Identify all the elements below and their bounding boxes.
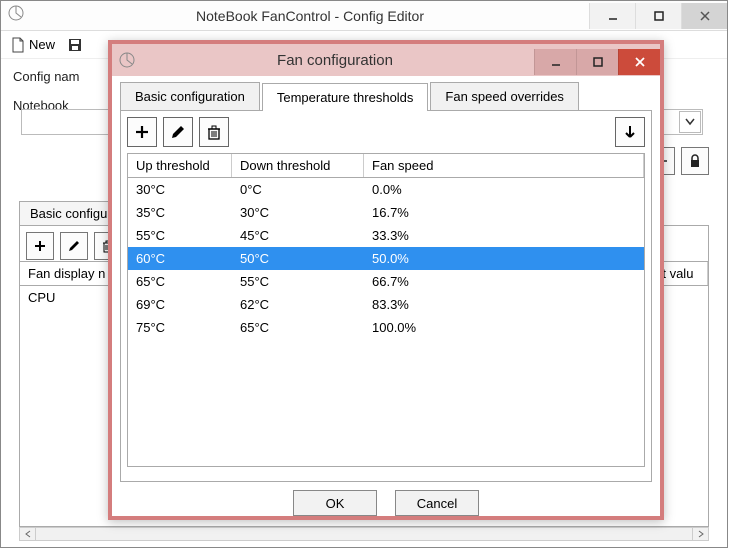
lock-icon [689,154,701,168]
move-down-button[interactable] [615,117,645,147]
threshold-cell: 69°C [128,293,232,316]
threshold-cell: 100.0% [364,316,644,339]
tab-fan-speed-overrides[interactable]: Fan speed overrides [430,82,579,110]
threshold-cell: 35°C [128,201,232,224]
threshold-row[interactable]: 30°C0°C0.0% [128,178,644,201]
threshold-row[interactable]: 75°C65°C100.0% [128,316,644,339]
col-fan-speed[interactable]: Fan speed [364,154,644,177]
threshold-cell: 65°C [232,316,364,339]
dialog-close-button[interactable] [618,49,660,75]
threshold-cell: 50°C [232,247,364,270]
threshold-cell: 62°C [232,293,364,316]
tab-temperature-thresholds[interactable]: Temperature thresholds [262,83,429,111]
threshold-cell: 55°C [232,270,364,293]
scroll-right-icon[interactable] [692,528,708,540]
close-button[interactable] [681,3,727,29]
threshold-cell: 0.0% [364,178,644,201]
threshold-cell: 50.0% [364,247,644,270]
threshold-cell: 83.3% [364,293,644,316]
file-icon [11,37,25,53]
threshold-cell: 75°C [128,316,232,339]
threshold-cell: 30°C [128,178,232,201]
app-icon [118,51,136,69]
save-icon [67,37,83,53]
save-button[interactable] [63,35,87,55]
threshold-row[interactable]: 65°C55°C66.7% [128,270,644,293]
dialog-title: Fan configuration [136,52,534,69]
arrow-down-icon [623,124,637,140]
threshold-table: Up threshold Down threshold Fan speed 30… [127,153,645,467]
minimize-button[interactable] [589,3,635,29]
threshold-row[interactable]: 55°C45°C33.3% [128,224,644,247]
main-window-controls [589,3,727,29]
chevron-down-icon [685,118,695,126]
dialog-tab-content: Up threshold Down threshold Fan speed 30… [120,110,652,482]
trash-icon [206,124,222,140]
add-threshold-button[interactable] [127,117,157,147]
delete-threshold-button[interactable] [199,117,229,147]
threshold-cell: 65°C [128,270,232,293]
new-file-button[interactable]: New [7,35,59,55]
col-down-threshold[interactable]: Down threshold [232,154,364,177]
threshold-cell: 0°C [232,178,364,201]
fan-config-dialog: Fan configuration Basic configuration Te… [108,40,664,520]
tab-basic-configuration[interactable]: Basic configuration [120,82,260,110]
threshold-cell: 33.3% [364,224,644,247]
lock-button[interactable] [681,147,709,175]
main-window-title: NoteBook FanControl - Config Editor [31,8,589,24]
app-icon [7,4,31,28]
scroll-left-icon[interactable] [20,528,36,540]
maximize-button[interactable] [635,3,681,29]
threshold-cell: 45°C [232,224,364,247]
tab-basic-config[interactable]: Basic configu [19,201,118,225]
ok-button[interactable]: OK [293,490,377,516]
dialog-maximize-button[interactable] [576,49,618,75]
col-up-threshold[interactable]: Up threshold [128,154,232,177]
threshold-cell: 55°C [128,224,232,247]
threshold-cell: 60°C [128,247,232,270]
main-titlebar: NoteBook FanControl - Config Editor [1,1,727,31]
threshold-cell: 16.7% [364,201,644,224]
new-file-label: New [29,37,55,52]
threshold-header-row: Up threshold Down threshold Fan speed [128,154,644,178]
cancel-button[interactable]: Cancel [395,490,479,516]
dialog-titlebar: Fan configuration [112,44,660,76]
horizontal-scrollbar[interactable] [19,527,709,541]
edit-threshold-button[interactable] [163,117,193,147]
config-dropdown-button[interactable] [679,111,701,133]
threshold-row[interactable]: 69°C62°C83.3% [128,293,644,316]
threshold-row[interactable]: 60°C50°C50.0% [128,247,644,270]
pencil-icon [170,124,186,140]
dialog-button-row: OK Cancel [120,482,652,524]
edit-button[interactable] [60,232,88,260]
add-button[interactable] [26,232,54,260]
plus-icon [134,124,150,140]
dialog-minimize-button[interactable] [534,49,576,75]
threshold-row[interactable]: 35°C30°C16.7% [128,201,644,224]
plus-icon [33,239,47,253]
dialog-tabs: Basic configuration Temperature threshol… [120,82,652,110]
threshold-cell: 30°C [232,201,364,224]
dialog-window-controls [534,46,660,75]
threshold-cell: 66.7% [364,270,644,293]
pencil-icon [67,239,81,253]
threshold-toolbar [127,117,645,147]
config-name-label: Config nam [13,69,99,84]
